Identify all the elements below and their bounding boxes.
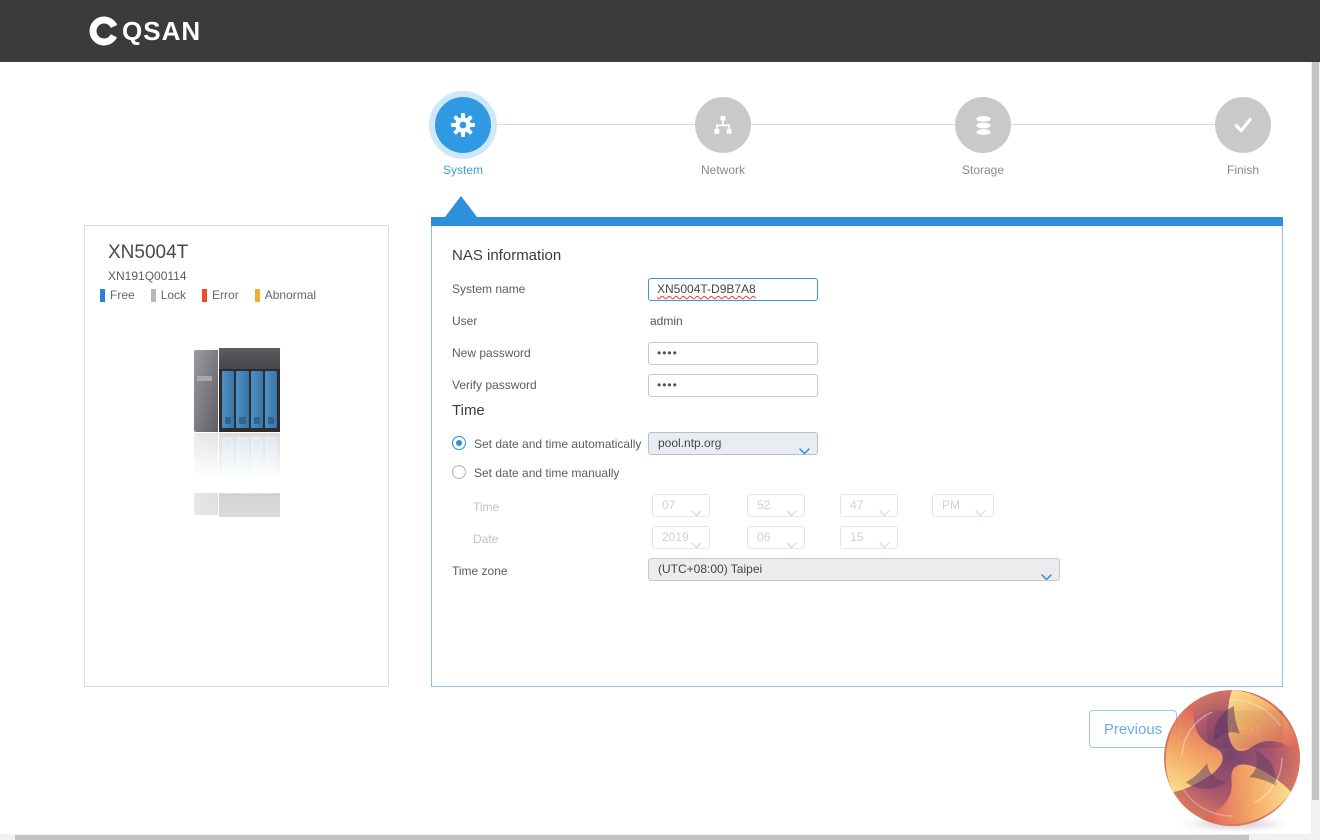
- qsan-logo-q-icon: [88, 15, 122, 47]
- hour-select: 07: [652, 494, 710, 517]
- vertical-scrollbar-thumb[interactable]: [1312, 62, 1319, 800]
- qsan-logo-text: QSAN: [122, 15, 201, 47]
- step-finish-label: Finish: [1183, 163, 1303, 177]
- new-password-label: New password: [452, 345, 531, 361]
- timezone-label: Time zone: [452, 563, 508, 579]
- ntp-server-select[interactable]: pool.ntp.org: [648, 432, 818, 455]
- year-select: 2019: [652, 526, 710, 549]
- step-storage[interactable]: [955, 97, 1011, 153]
- meridiem-value: PM: [942, 498, 960, 512]
- drive-bay: [222, 371, 234, 428]
- user-value: admin: [650, 313, 683, 329]
- drive-bay: [265, 371, 277, 428]
- step-network[interactable]: [695, 97, 751, 153]
- wizard-panel-body: [431, 217, 1283, 687]
- legend-item-error: Error: [202, 288, 239, 302]
- drive-bay: [251, 371, 263, 428]
- legend-label: Abnormal: [265, 288, 316, 302]
- nas-bay-section: [219, 348, 280, 432]
- nas-front-badge: [197, 376, 212, 381]
- step-finish[interactable]: [1215, 97, 1271, 153]
- legend-label: Free: [110, 288, 135, 302]
- legend-item-lock: Lock: [151, 288, 186, 302]
- new-password-value: ••••: [657, 346, 678, 360]
- error-status-swatch: [202, 289, 207, 302]
- chevron-down-icon: [879, 503, 890, 517]
- hour-value: 07: [662, 498, 675, 512]
- date-row-label: Date: [473, 531, 498, 547]
- app-header: QSAN: [0, 0, 1320, 62]
- minute-select: 52: [747, 494, 805, 517]
- stepper-connector-line: [463, 124, 1243, 125]
- system-name-label: System name: [452, 281, 525, 297]
- legend-item-free: Free: [100, 288, 135, 302]
- second-select: 47: [840, 494, 898, 517]
- free-status-swatch: [100, 289, 105, 302]
- legend-label: Lock: [161, 288, 186, 302]
- chevron-down-icon: [975, 503, 986, 517]
- system-name-value: XN5004T-D9B7A8: [657, 282, 756, 296]
- gear-icon: [448, 110, 478, 140]
- manual-time-radio[interactable]: [452, 465, 466, 479]
- time-row-label: Time: [473, 499, 499, 515]
- device-info-panel: XN5004T XN191Q00114 Free Lock Error Abno…: [84, 225, 389, 687]
- timezone-select[interactable]: (UTC+08:00) Taipei: [648, 558, 1060, 581]
- nas-drive-bays: [219, 369, 280, 432]
- swirl-logo-watermark: [1160, 686, 1304, 830]
- day-select: 15: [840, 526, 898, 549]
- device-model: XN5004T: [108, 242, 188, 264]
- auto-time-radio[interactable]: [452, 436, 466, 450]
- chevron-down-icon: [786, 535, 797, 549]
- horizontal-scrollbar-thumb[interactable]: [15, 835, 1249, 840]
- wizard-panel-accent-bar: [431, 217, 1283, 226]
- nas-left-tower: [194, 350, 218, 432]
- network-icon: [710, 112, 736, 138]
- drive-bay: [236, 371, 248, 428]
- verify-password-label: Verify password: [452, 377, 537, 393]
- month-value: 06: [757, 530, 770, 544]
- timezone-value: (UTC+08:00) Taipei: [658, 562, 762, 576]
- step-network-label: Network: [663, 163, 783, 177]
- lock-status-swatch: [151, 289, 156, 302]
- chevron-down-icon: [691, 503, 702, 517]
- chevron-down-icon: [691, 535, 702, 549]
- meridiem-select: PM: [932, 494, 994, 517]
- reflection-fade: [185, 433, 289, 493]
- chevron-down-icon: [879, 535, 890, 549]
- abnormal-status-swatch: [255, 289, 260, 302]
- swirl-logo-icon: [1160, 686, 1304, 830]
- wizard-panel: NAS information System name XN5004T-D9B7…: [431, 196, 1283, 687]
- user-label: User: [452, 313, 477, 329]
- ntp-server-value: pool.ntp.org: [658, 436, 721, 450]
- chevron-down-icon: [786, 503, 797, 517]
- device-serial: XN191Q00114: [108, 269, 187, 283]
- time-heading: Time: [452, 402, 485, 419]
- active-step-pointer: [445, 196, 477, 217]
- qsan-logo: QSAN: [88, 15, 201, 47]
- legend-item-abnormal: Abnormal: [255, 288, 316, 302]
- step-storage-label: Storage: [923, 163, 1043, 177]
- minute-value: 52: [757, 498, 770, 512]
- check-icon: [1229, 111, 1257, 139]
- status-legend: Free Lock Error Abnormal: [100, 288, 316, 302]
- storage-icon: [970, 112, 997, 139]
- manual-time-label: Set date and time manually: [474, 465, 619, 481]
- nas-information-heading: NAS information: [452, 247, 561, 264]
- day-value: 15: [850, 530, 863, 544]
- verify-password-input[interactable]: ••••: [648, 374, 818, 397]
- nas-device-image: [194, 348, 280, 432]
- system-name-input[interactable]: XN5004T-D9B7A8: [648, 278, 818, 301]
- nas-top-cover: [219, 348, 280, 369]
- verify-password-value: ••••: [657, 378, 678, 392]
- month-select: 06: [747, 526, 805, 549]
- chevron-down-icon: [1041, 567, 1052, 581]
- auto-time-label: Set date and time automatically: [474, 436, 641, 452]
- second-value: 47: [850, 498, 863, 512]
- step-system-label: System: [403, 163, 523, 177]
- year-value: 2019: [662, 530, 689, 544]
- step-system[interactable]: [435, 97, 491, 153]
- legend-label: Error: [212, 288, 239, 302]
- chevron-down-icon: [799, 441, 810, 455]
- new-password-input[interactable]: ••••: [648, 342, 818, 365]
